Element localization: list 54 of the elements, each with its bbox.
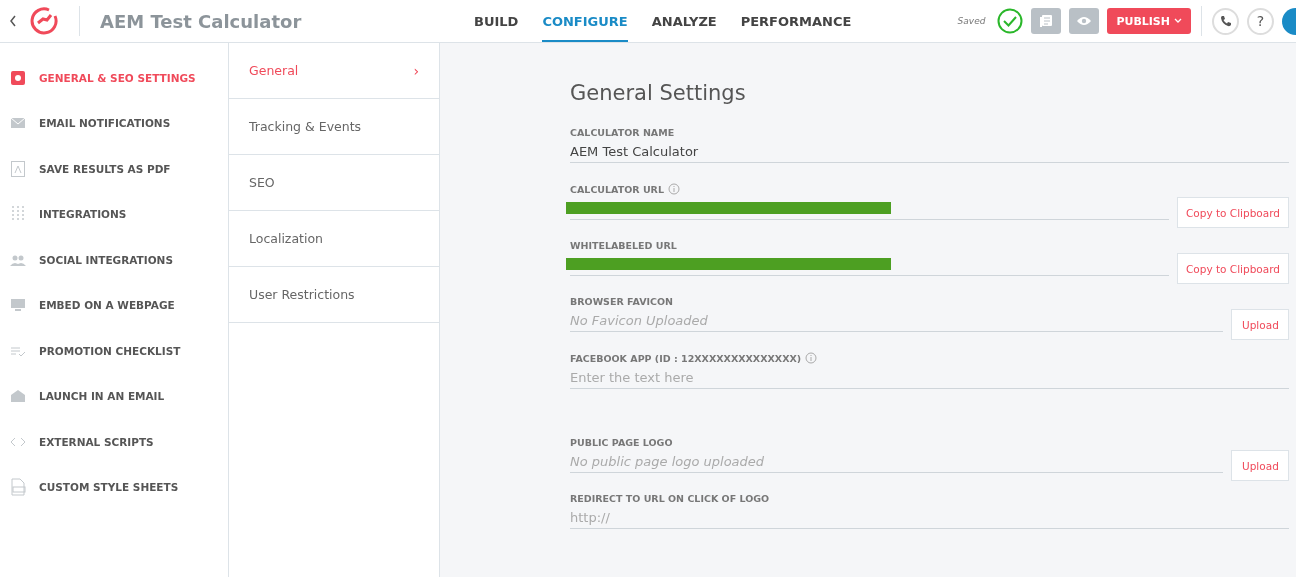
- phone-icon: [1219, 15, 1232, 27]
- sidebar-item[interactable]: EXTERNAL SCRIPTS: [0, 419, 228, 465]
- sidebar-item[interactable]: PROMOTION CHECKLIST: [0, 328, 228, 374]
- sidebar-item[interactable]: SOCIAL INTEGRATIONS: [0, 237, 228, 283]
- gear-icon: [10, 68, 26, 87]
- field-label: PUBLIC PAGE LOGO: [570, 437, 673, 448]
- preview-button[interactable]: [1069, 8, 1100, 34]
- sidebar-item[interactable]: EMBED ON A WEBPAGE: [0, 282, 228, 328]
- info-icon: [668, 183, 680, 195]
- nav-tab[interactable]: ANALYZE: [651, 0, 717, 42]
- eye-icon: [1076, 15, 1093, 27]
- sidebar-item[interactable]: LAUNCH IN AN EMAIL: [0, 373, 228, 419]
- subnav-item[interactable]: General ›: [229, 43, 439, 99]
- input-field[interactable]: http://: [570, 509, 1289, 529]
- pages-button[interactable]: [1031, 8, 1062, 34]
- check-circle-icon: [997, 8, 1024, 34]
- nav-tab[interactable]: PERFORMANCE: [740, 0, 852, 42]
- document-icon: [10, 159, 26, 178]
- section-title: General Settings: [570, 81, 747, 105]
- sidebar-item[interactable]: CUSTOM STYLE SHEETS: [0, 464, 228, 510]
- sidebar-item[interactable]: GENERAL & SEO SETTINGS: [0, 55, 228, 101]
- field-button[interactable]: Upload: [1231, 309, 1289, 340]
- nav-tab[interactable]: BUILD: [474, 0, 519, 42]
- input-field[interactable]: Enter the text here: [570, 369, 1289, 389]
- caret-icon: [1174, 18, 1182, 24]
- field-label: FACEBOOK APP (ID : 12XXXXXXXXXXXXXX): [570, 352, 802, 364]
- sidebar-item[interactable]: SAVE RESULTS AS PDF: [0, 146, 228, 192]
- subnav-item[interactable]: SEO: [229, 155, 439, 211]
- logo-icon: [29, 6, 59, 36]
- sidebar-item[interactable]: EMAIL NOTIFICATIONS: [0, 100, 228, 146]
- field-label: WHITELABELED URL: [570, 240, 677, 251]
- field-label: REDIRECT TO URL ON CLICK OF LOGO: [570, 493, 770, 504]
- file-icon: [10, 478, 26, 497]
- field-label: CALCULATOR URL: [570, 183, 664, 195]
- app-title: AEM Test Calculator: [100, 10, 302, 32]
- phone-button[interactable]: [1212, 7, 1239, 35]
- publish-button[interactable]: PUBLISH: [1107, 8, 1191, 34]
- field-button[interactable]: Copy to Clipboard: [1177, 197, 1289, 228]
- field-label: BROWSER FAVICON: [570, 296, 674, 307]
- info-icon: [805, 352, 818, 364]
- subnav-item[interactable]: User Restrictions: [229, 267, 439, 323]
- subnav-item[interactable]: Localization: [229, 211, 439, 267]
- subnav-item[interactable]: Tracking & Events: [229, 99, 439, 155]
- field-button[interactable]: Upload: [1231, 450, 1289, 481]
- pages-icon: [1038, 13, 1055, 29]
- field-button[interactable]: Copy to Clipboard: [1177, 253, 1289, 284]
- save-status: Saved: [957, 16, 986, 26]
- text-field[interactable]: AEM Test Calculator: [570, 143, 1289, 163]
- help-button[interactable]: ?: [1247, 7, 1274, 35]
- file-field: No public page logo uploaded: [570, 453, 1223, 473]
- back-icon[interactable]: [9, 15, 17, 27]
- sidebar-item[interactable]: INTEGRATIONS: [0, 191, 228, 237]
- field-label: CALCULATOR NAME: [570, 127, 675, 138]
- file-field: No Favicon Uploaded: [570, 312, 1223, 332]
